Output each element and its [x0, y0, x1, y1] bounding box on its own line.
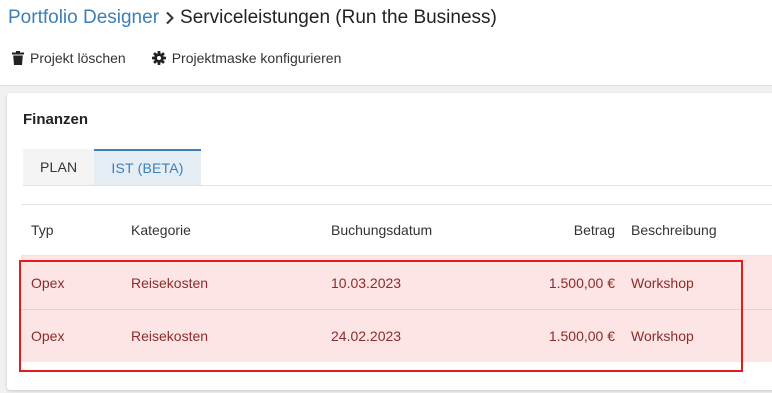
cell-kategorie: Reisekosten [131, 328, 209, 344]
column-header-beschreibung[interactable]: Beschreibung [631, 205, 717, 255]
toolbar: Projekt löschen Projektmaske konfigurier… [12, 50, 341, 66]
tab-plan[interactable]: PLAN [23, 149, 95, 186]
column-header-betrag[interactable]: Betrag [501, 205, 615, 255]
chevron-right-icon [165, 11, 175, 25]
cell-kategorie: Reisekosten [131, 274, 209, 291]
finance-card: Finanzen PLAN IST (BETA) Typ Kategorie B… [7, 93, 772, 390]
tab-ist-beta[interactable]: IST (BETA) [94, 149, 201, 186]
page-title: Serviceleistungen (Run the Business) [180, 7, 497, 28]
page-header: Portfolio Designer Serviceleistungen (Ru… [0, 0, 772, 86]
cell-betrag: 1.500,00 € [548, 274, 615, 291]
cell-beschreibung: Workshop [631, 274, 694, 291]
trash-icon [12, 51, 24, 65]
column-header-kategorie[interactable]: Kategorie [131, 205, 191, 255]
cell-beschreibung: Workshop [631, 328, 694, 344]
tab-bar: PLAN IST (BETA) [23, 149, 201, 186]
cell-typ: Opex [31, 274, 65, 291]
breadcrumb-portfolio-designer[interactable]: Portfolio Designer [8, 5, 159, 31]
configure-mask-button[interactable]: Projektmaske konfigurieren [151, 50, 342, 66]
column-header-buchungsdatum[interactable]: Buchungsdatum [331, 205, 432, 255]
bookings-table: Typ Kategorie Buchungsdatum Betrag Besch… [21, 204, 772, 362]
cell-buchungsdatum: 10.03.2023 [331, 274, 402, 291]
table-row[interactable]: Opex Reisekosten 24.02.2023 1.500,00 € W… [21, 309, 772, 362]
delete-project-button[interactable]: Projekt löschen [12, 50, 126, 66]
delete-project-label: Projekt löschen [30, 50, 126, 66]
gear-icon [151, 51, 166, 65]
cell-betrag: 1.500,00 € [548, 328, 615, 344]
column-header-typ[interactable]: Typ [31, 205, 54, 255]
tab-divider [23, 185, 772, 186]
breadcrumb: Portfolio Designer Serviceleistungen (Ru… [8, 5, 497, 31]
section-title: Finanzen [23, 111, 89, 128]
table-header-row: Typ Kategorie Buchungsdatum Betrag Besch… [21, 204, 772, 256]
cell-typ: Opex [31, 328, 65, 344]
cell-buchungsdatum: 24.02.2023 [331, 328, 402, 344]
table-row[interactable]: Opex Reisekosten 10.03.2023 1.500,00 € W… [21, 256, 772, 309]
configure-mask-label: Projektmaske konfigurieren [171, 50, 342, 66]
